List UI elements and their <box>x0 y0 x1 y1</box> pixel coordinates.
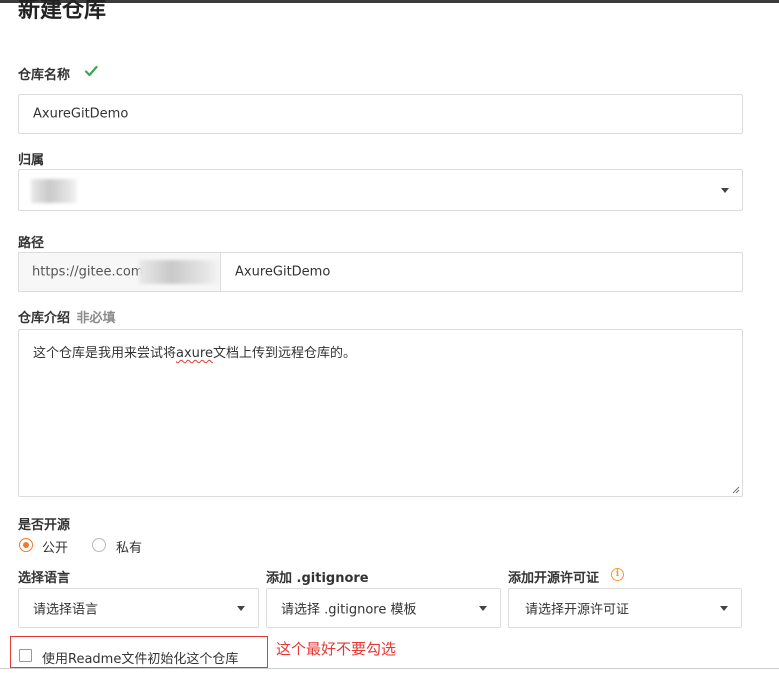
description-value: 这个仓库是我用来尝试将axure文档上传到远程仓库的。 <box>33 342 356 361</box>
top-border <box>0 0 779 3</box>
description-label: 仓库介绍 非必填 <box>18 307 116 326</box>
gitignore-label: 添加 .gitignore <box>266 571 369 586</box>
license-select[interactable]: 请选择开源许可证 <box>508 588 742 628</box>
path-label: 路径 <box>18 236 45 251</box>
chevron-down-icon <box>720 606 728 611</box>
annotation-note: 这个最好不要勾选 <box>276 640 397 658</box>
radio-private-label[interactable]: 私有 <box>116 537 142 556</box>
license-label: 添加开源许可证 <box>508 571 600 586</box>
info-icon[interactable]: i <box>611 568 624 581</box>
divider <box>0 668 779 669</box>
radio-public-label[interactable]: 公开 <box>42 537 68 556</box>
description-text-part: 这个仓库是我用来尝试将 <box>33 346 177 361</box>
page-title: 新建仓库 <box>18 0 107 23</box>
repo-name-value: AxureGitDemo <box>33 106 129 122</box>
readme-checkbox[interactable] <box>19 649 32 662</box>
path-input[interactable]: AxureGitDemo <box>220 252 743 292</box>
gitignore-value: 请选择 .gitignore 模板 <box>281 602 417 618</box>
radio-private[interactable] <box>92 538 106 552</box>
optional-tag: 非必填 <box>76 311 116 326</box>
resize-handle-icon[interactable] <box>732 486 740 494</box>
language-select[interactable]: 请选择语言 <box>18 588 259 628</box>
path-blurred-owner <box>139 260 219 284</box>
description-misspelled-word: axure <box>176 346 213 361</box>
path-prefix: https://gitee.com/ <box>18 252 221 292</box>
chevron-down-icon <box>237 606 245 611</box>
repo-name-input[interactable]: AxureGitDemo <box>18 94 743 134</box>
language-value: 请选择语言 <box>33 602 99 618</box>
license-value: 请选择开源许可证 <box>525 602 630 618</box>
gitignore-select[interactable]: 请选择 .gitignore 模板 <box>266 588 501 628</box>
language-label: 选择语言 <box>18 571 71 586</box>
check-icon <box>84 65 98 77</box>
owner-label: 归属 <box>18 153 45 168</box>
path-prefix-text: https://gitee.com/ <box>32 264 148 280</box>
readme-label[interactable]: 使用Readme文件初始化这个仓库 <box>42 648 238 667</box>
description-textarea[interactable]: 这个仓库是我用来尝试将axure文档上传到远程仓库的。 <box>18 329 743 497</box>
chevron-down-icon <box>479 606 487 611</box>
repo-name-label: 仓库名称 <box>18 68 71 83</box>
visibility-label: 是否开源 <box>18 518 71 533</box>
radio-public[interactable] <box>19 538 33 552</box>
owner-blurred-value <box>31 179 77 203</box>
path-value: AxureGitDemo <box>235 264 331 280</box>
description-label-text: 仓库介绍 <box>18 311 71 326</box>
chevron-down-icon <box>721 188 729 193</box>
owner-select[interactable] <box>18 169 743 211</box>
description-text-part: 文档上传到远程仓库的。 <box>212 346 356 361</box>
